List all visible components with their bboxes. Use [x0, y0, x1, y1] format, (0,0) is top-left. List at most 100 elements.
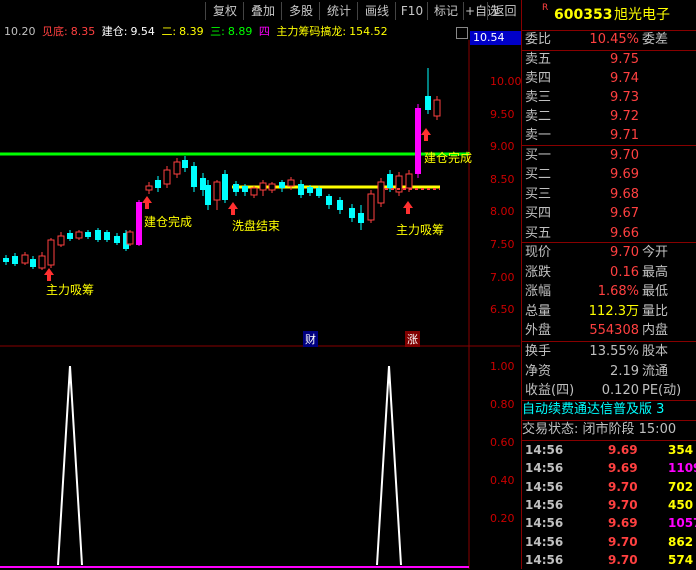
mark-button[interactable]: 标记 — [427, 2, 464, 20]
legend-main-value: 154.52 — [349, 25, 388, 38]
candle-body — [12, 256, 18, 264]
tick-trade-row: 14:56 9.70 862 — [525, 534, 694, 549]
candle-body — [173, 161, 181, 175]
candle-body — [222, 174, 228, 200]
candle-body — [358, 213, 364, 223]
indicator-legend: 10.20 见底: 8.35 建仓: 9.54 二: 8.39 三: 8.89 四 主力… — [4, 24, 391, 40]
arrow-up-icon — [142, 196, 152, 209]
legend-build-value: 9.54 — [130, 25, 155, 38]
buy-level-4[interactable]: 买四 9.67 — [522, 204, 696, 224]
arrow-up-icon — [228, 202, 238, 215]
legend-see-bottom-label: 见底: — [42, 25, 68, 38]
stock-code: 600353 — [554, 7, 613, 23]
candle-body — [367, 193, 375, 221]
candle-body — [47, 239, 55, 266]
restore-rights-button[interactable]: 复权 — [205, 2, 244, 20]
candle-body — [136, 202, 142, 245]
buy-level-2[interactable]: 买二 9.69 — [522, 165, 696, 185]
candle-body — [250, 187, 258, 196]
legend-four-label: 四 — [258, 25, 270, 38]
candle-body — [307, 187, 313, 193]
candle-body — [104, 232, 110, 240]
quote-panel: R 600353 旭光电子 委比 10.45% 委差 卖五 9.75 卖四 9.… — [521, 0, 696, 569]
quote-row: 涨幅 1.68% 最低 — [525, 284, 669, 300]
sell-level-5[interactable]: 卖五 9.75 — [522, 50, 696, 70]
arrow-up-icon — [421, 128, 431, 141]
candle-body — [30, 259, 36, 267]
candle-body — [163, 169, 171, 185]
candle-body — [287, 179, 295, 187]
candle-body — [415, 108, 421, 174]
candle-body — [242, 186, 248, 192]
candle-body — [155, 180, 161, 188]
legend-build-label: 建仓: — [101, 25, 128, 38]
legend-price: 10.20 — [4, 25, 36, 38]
sell-level-1[interactable]: 卖一 9.71 — [522, 126, 696, 146]
annotation-build-2: 建仓完成 — [424, 151, 473, 165]
candle-body — [425, 96, 431, 110]
finance-row: 净资 2.19 流通 — [525, 363, 669, 379]
legend-two-value: 8.39 — [179, 25, 204, 38]
annotation-wash: 洗盘结束 — [232, 219, 281, 233]
f10-button[interactable]: F10 — [395, 2, 428, 20]
legend-see-bottom-value: 8.35 — [70, 25, 96, 38]
arrow-up-icon — [44, 268, 54, 281]
buy-level-1[interactable]: 买一 9.70 — [522, 146, 696, 166]
legend-three-value: 8.89 — [227, 25, 253, 38]
candle-body — [114, 236, 120, 243]
legend-three-label: 三: — [210, 25, 225, 38]
finance-row: 收益(四) 0.120 PE(动) — [525, 383, 682, 399]
candle-body — [349, 208, 355, 218]
annotation-build-1: 建仓完成 — [144, 215, 193, 229]
rights-badge: R — [542, 3, 549, 13]
tick-trade-row: 14:56 9.69 1057 — [525, 516, 696, 531]
legend-close-icon[interactable] — [456, 27, 468, 39]
overlay-button[interactable]: 叠加 — [243, 2, 282, 20]
draw-line-button[interactable]: 画线 — [357, 2, 396, 20]
buy-level-5[interactable]: 买五 9.66 — [522, 224, 696, 244]
peak-marker-left — [57, 365, 83, 566]
order-ratio-row: 委比 10.45% 委差 — [525, 32, 669, 47]
sell-level-2[interactable]: 卖二 9.72 — [522, 107, 696, 127]
trade-status-row: 交易状态: 闭市阶段 15:00 — [522, 422, 677, 437]
statistics-button[interactable]: 统计 — [319, 2, 358, 20]
candle-body — [85, 232, 91, 237]
candle-body — [191, 166, 197, 187]
sell-level-3[interactable]: 卖三 9.73 — [522, 88, 696, 108]
stock-header: R 600353 旭光电子 — [522, 0, 696, 30]
candle-body — [21, 254, 29, 264]
quote-row: 涨跌 0.16 最高 — [525, 264, 669, 280]
kline-chart[interactable] — [0, 40, 520, 569]
multi-stock-button[interactable]: 多股 — [281, 2, 320, 20]
legend-main-label: 主力筹码搞龙: — [276, 25, 347, 38]
legend-two-label: 二: — [161, 25, 177, 38]
toolbar: 复权 叠加 多股 统计 画线 F10 标记 +自选 返回 — [0, 0, 520, 22]
rise-mark[interactable]: 涨 — [405, 331, 420, 347]
candle-body — [279, 182, 285, 188]
sell-level-4[interactable]: 卖四 9.74 — [522, 69, 696, 89]
annotation-absorb-1: 主力吸筹 — [46, 283, 95, 297]
candle-body — [259, 182, 267, 191]
candle-body — [298, 184, 304, 195]
quote-row: 现价 9.70 今开 — [525, 245, 669, 260]
finance-mark[interactable]: 财 — [303, 331, 318, 347]
candle-body — [145, 185, 153, 191]
candle-body — [75, 231, 83, 239]
candle-body — [213, 181, 221, 201]
candle-body — [3, 258, 9, 262]
candle-body — [268, 183, 276, 191]
tick-trade-row: 14:56 9.69 354 — [525, 443, 694, 457]
candle-body — [205, 185, 211, 205]
candle-body — [57, 235, 65, 246]
buy-level-3[interactable]: 买三 9.68 — [522, 185, 696, 205]
tick-trade-row: 14:56 9.69 1109 — [525, 461, 696, 476]
tick-trade-row: 14:56 9.70 574 — [525, 552, 694, 567]
candle-body — [182, 160, 188, 168]
quote-row: 外盘 554308 内盘 — [525, 323, 669, 339]
candle-body — [67, 233, 73, 239]
notice-row[interactable]: 自动续费通达信普及版 3 — [522, 400, 696, 420]
candle-body — [433, 99, 441, 117]
candle-body — [38, 255, 46, 269]
candle-body — [326, 196, 332, 205]
candle-body — [337, 200, 343, 210]
